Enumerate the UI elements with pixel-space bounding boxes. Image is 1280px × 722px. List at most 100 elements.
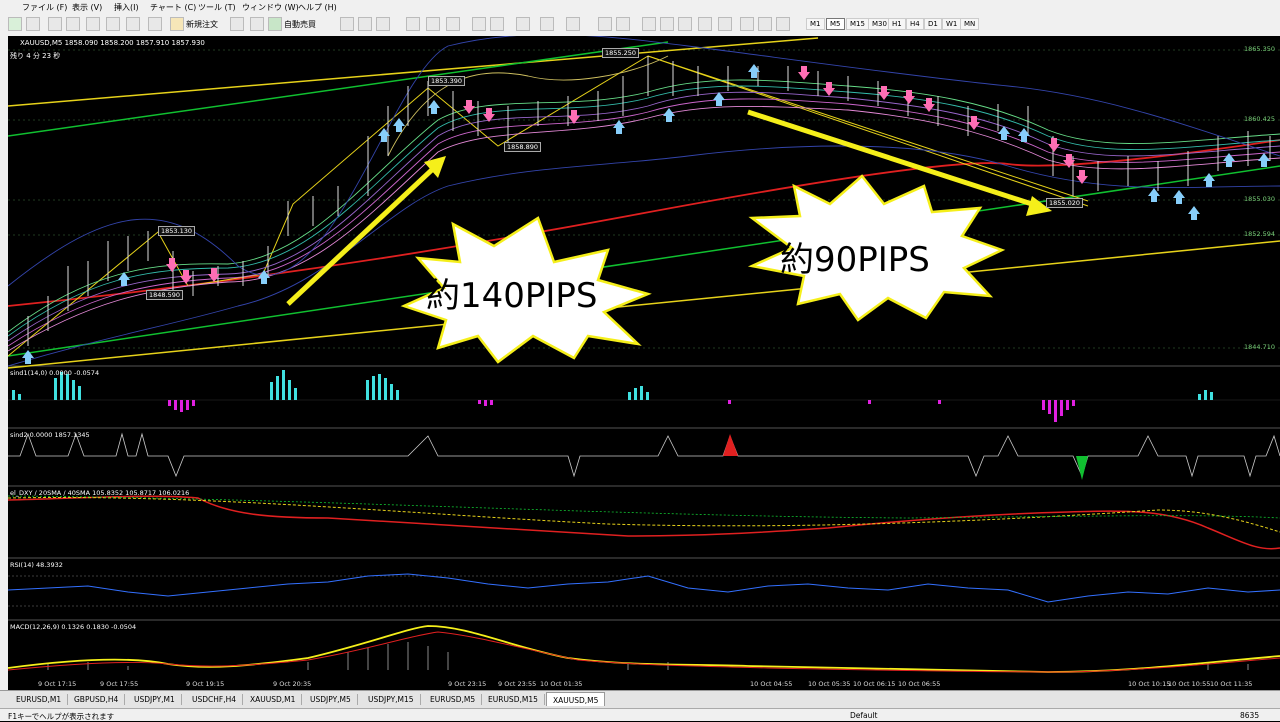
menu-view[interactable]: 表示 (V)	[72, 2, 102, 13]
sind2-label: sind2 0.0000 1857.1345	[10, 431, 90, 439]
tab-gbpusd-h4[interactable]: GBPUSD,H4	[68, 694, 126, 705]
menu-window[interactable]: ウィンドウ (W)	[242, 2, 299, 13]
tab-xauusd-m1[interactable]: XAUUSD,M1	[244, 694, 303, 705]
window-border	[0, 36, 8, 690]
terminal-icon[interactable]	[106, 17, 120, 31]
time-label: 9 Oct 23:15	[448, 680, 487, 688]
history-icon[interactable]	[148, 17, 162, 31]
price-tag-6: 1855.020	[1046, 198, 1084, 208]
menu-bar: ファイル (F) 表示 (V) 挿入(I) チャート (C) ツール (T) ウ…	[0, 0, 1280, 14]
menu-tools[interactable]: ツール (T)	[198, 2, 236, 13]
time-label: 9 Oct 17:55	[100, 680, 139, 688]
tf-m15[interactable]: M15	[846, 18, 869, 30]
text-label-icon[interactable]	[758, 17, 772, 31]
candlestick-icon[interactable]	[358, 17, 372, 31]
zoom-in-icon[interactable]	[406, 17, 420, 31]
time-label: 9 Oct 23:55	[498, 680, 537, 688]
bar-chart-icon[interactable]	[340, 17, 354, 31]
tab-usdjpy-m1[interactable]: USDJPY,M1	[128, 694, 182, 705]
chart-shift-icon[interactable]	[490, 17, 504, 31]
tab-usdjpy-m5[interactable]: USDJPY,M5	[304, 694, 358, 705]
bar-timer: 残り 4 分 23 秒	[10, 52, 61, 60]
chart-window[interactable]: XAUUSD,M5 1858.090 1858.200 1857.910 185…	[8, 36, 1280, 678]
tab-xauusd-m5[interactable]: XAUUSD,M5	[546, 692, 606, 706]
vertical-line-icon[interactable]	[642, 17, 656, 31]
sind1-histogram	[8, 370, 1280, 422]
meta-editor-icon[interactable]	[230, 17, 244, 31]
trendline-yellow-lower[interactable]	[8, 240, 1280, 369]
auto-trade-icon[interactable]	[268, 17, 282, 31]
market-watch-icon[interactable]	[48, 17, 62, 31]
menu-file[interactable]: ファイル (F)	[22, 2, 67, 13]
price-tag-5: 1848.590	[146, 290, 184, 300]
tf-m1[interactable]: M1	[806, 18, 825, 30]
axis-price-1: 1865.350	[1244, 45, 1276, 53]
trendline-icon[interactable]	[678, 17, 692, 31]
status-traffic: 8635	[1240, 711, 1260, 720]
data-window-icon[interactable]	[66, 17, 80, 31]
axis-price-2: 1860.425	[1244, 115, 1276, 123]
templates-icon[interactable]	[566, 17, 580, 31]
sind1-label: sind1(14,0) 0.0000 -0.0574	[10, 369, 100, 377]
line-chart-icon[interactable]	[376, 17, 390, 31]
time-label: 10 Oct 06:15	[853, 680, 896, 688]
time-label: 10 Oct 10:15	[1128, 680, 1171, 688]
new-order-icon[interactable]	[170, 17, 184, 31]
indicators-icon[interactable]	[516, 17, 530, 31]
crosshair-icon[interactable]	[616, 17, 630, 31]
time-label: 10 Oct 10:55	[1168, 680, 1211, 688]
tf-w1[interactable]: W1	[942, 18, 962, 30]
tab-usdjpy-m15[interactable]: USDJPY,M15	[362, 694, 421, 705]
tf-d1[interactable]: D1	[924, 18, 942, 30]
auto-trade-button[interactable]: 自動売買	[284, 19, 316, 30]
profiles-icon[interactable]	[26, 17, 40, 31]
tab-eurusd-m1[interactable]: EURUSD,M1	[10, 694, 69, 705]
horizontal-line-icon[interactable]	[660, 17, 674, 31]
rsi-label: RSI(14) 48.3932	[10, 561, 63, 569]
time-label: 10 Oct 05:35	[808, 680, 851, 688]
text-icon[interactable]	[740, 17, 754, 31]
axis-price-3: 1855.030	[1244, 195, 1276, 203]
chart-tabs: EURUSD,M1 GBPUSD,H4 USDJPY,M1 USDCHF,H4 …	[0, 690, 1280, 709]
chart-canvas	[8, 36, 1280, 673]
annotation-down-pips: 約90PIPS	[780, 240, 930, 280]
price-tag-2: 1855.250	[602, 48, 640, 58]
price-tag-1: 1853.390	[428, 76, 466, 86]
menu-insert[interactable]: 挿入(I)	[114, 2, 139, 13]
tab-eurusd-m15[interactable]: EURUSD,M15	[482, 694, 545, 705]
new-order-button[interactable]: 新規注文	[186, 19, 218, 30]
arrows-icon[interactable]	[776, 17, 790, 31]
time-label: 10 Oct 11:35	[1210, 680, 1253, 688]
tile-windows-icon[interactable]	[446, 17, 460, 31]
signals-icon[interactable]	[250, 17, 264, 31]
tab-usdchf-h4[interactable]: USDCHF,H4	[186, 694, 244, 705]
tab-eurusd-m5[interactable]: EURUSD,M5	[424, 694, 483, 705]
auto-scroll-icon[interactable]	[472, 17, 486, 31]
menu-chart[interactable]: チャート (C)	[150, 2, 196, 13]
tf-mn[interactable]: MN	[960, 18, 980, 30]
symbol-header: XAUUSD,M5 1858.090 1858.200 1857.910 185…	[20, 39, 205, 47]
fibonacci-icon[interactable]	[718, 17, 732, 31]
time-label: 9 Oct 20:35	[273, 680, 312, 688]
axis-price-4: 1852.594	[1244, 230, 1276, 238]
annotation-up-pips: 約140PIPS	[426, 276, 598, 316]
status-help-text: F1キーでヘルプが表示されます	[8, 712, 115, 721]
new-chart-icon[interactable]	[8, 17, 22, 31]
tf-h1[interactable]: H1	[888, 18, 906, 30]
time-label: 9 Oct 19:15	[186, 680, 225, 688]
macd-panel	[8, 625, 1280, 673]
menu-help[interactable]: ヘルプ (H)	[298, 2, 337, 13]
dxy-label: el_DXY / 20SMA / 40SMA 105.8352 105.8717…	[10, 489, 190, 497]
periods-icon[interactable]	[540, 17, 554, 31]
tf-m5[interactable]: M5	[826, 18, 845, 30]
tf-h4[interactable]: H4	[906, 18, 924, 30]
cursor-icon[interactable]	[598, 17, 612, 31]
equidistant-channel-icon[interactable]	[698, 17, 712, 31]
main-grid	[8, 49, 1280, 349]
trendline-green-lower[interactable]	[8, 165, 1280, 357]
trendline-green-upper[interactable]	[8, 41, 669, 137]
strategy-tester-icon[interactable]	[126, 17, 140, 31]
zoom-out-icon[interactable]	[426, 17, 440, 31]
status-bar: F1キーでヘルプが表示されます Default 8635	[0, 708, 1280, 721]
navigator-icon[interactable]	[86, 17, 100, 31]
